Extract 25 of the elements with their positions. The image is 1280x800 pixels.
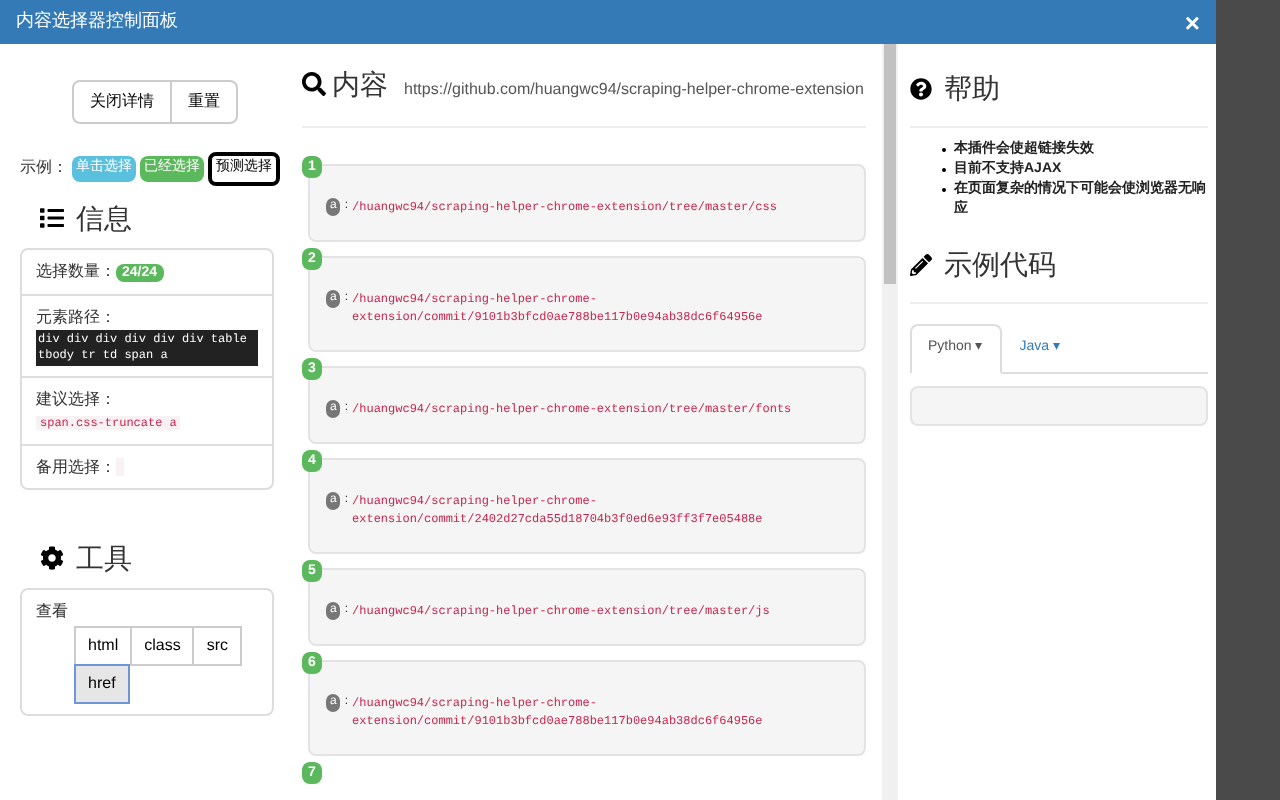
attribute-button[interactable]: class [130,625,195,665]
field-label: 建议选择： [36,389,116,407]
toolbar-button[interactable]: 重置 [170,80,238,124]
section-heading: 示例代码 [944,246,1056,284]
section-heading: 工具 [76,539,132,577]
search-icon [302,72,326,96]
attribute-button[interactable]: href [74,663,130,703]
section-heading: 信息 [76,199,132,237]
list-icon [40,206,64,230]
section-heading: 内容 [332,68,388,100]
field-label: 选择数量： [36,261,116,279]
field-label: 查看 [36,599,70,623]
window-title: 内容选择器控制面板 [16,8,178,35]
help-icon [910,78,932,100]
attribute-button[interactable]: src [192,625,243,665]
attribute-button[interactable]: html [74,625,133,665]
field-label: 元素路径： [36,307,116,325]
settings-icon [40,546,64,570]
close-button[interactable]: × [1184,9,1200,35]
section-heading: 帮助 [944,70,1000,108]
page-url: https://github.com/huangwc94/scraping-helper-chrome-extension [404,80,864,98]
pencil-icon [910,254,932,276]
legend-label: 示例： [20,156,68,181]
field-label: 备用选择： [36,457,116,475]
toolbar-button[interactable]: 关闭详情 [72,80,172,124]
